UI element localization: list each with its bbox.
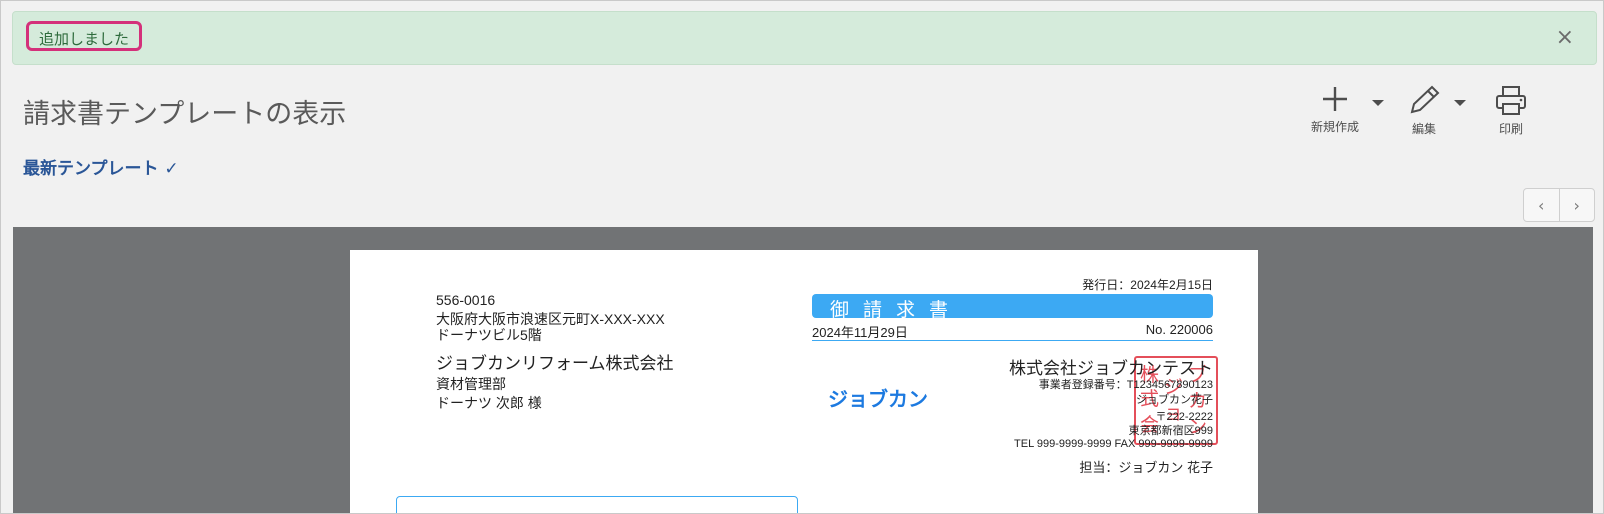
print-button[interactable]: 印刷	[1494, 84, 1528, 137]
page-title: 請求書テンプレートの表示	[23, 99, 347, 130]
edit-label: 編集	[1411, 122, 1436, 136]
recipient-department: 資材管理部	[436, 376, 506, 392]
issuer-address: 東京都新宿区999	[1128, 425, 1213, 437]
recipient-company: ジョブカンリフォーム株式会社	[436, 354, 674, 373]
close-icon[interactable]: ×	[1556, 25, 1574, 51]
success-banner: 追加しました ×	[12, 11, 1597, 65]
issue-date: 発行日：2024年2月15日	[1082, 278, 1213, 292]
next-button[interactable]: ›	[1558, 189, 1595, 221]
invoice-number: No. 220006	[1145, 322, 1213, 337]
edit-dropdown-chevron-down-icon[interactable]	[1454, 100, 1466, 106]
issuer-registration: 事業者登録番号：T1234567890123	[1038, 379, 1213, 391]
pencil-icon	[1410, 85, 1440, 114]
title-divider	[812, 340, 1213, 341]
issuer-tel-fax: TEL 999-9999-9999 FAX 999-9999-9999	[1014, 438, 1213, 450]
banner-message: 追加しました	[26, 21, 143, 51]
recipient-postal: 556-0016	[436, 292, 496, 308]
recipient-person: ドーナツ 次郎 様	[436, 395, 542, 411]
app-frame: 追加しました × 請求書テンプレートの表示 最新テンプレート ✓ 新規作成 編集…	[0, 0, 1604, 514]
latest-template-link[interactable]: 最新テンプレート ✓	[23, 154, 179, 179]
invoice-title-bar: 御請求書	[812, 294, 1213, 321]
template-pager: ‹ ›	[1523, 188, 1595, 222]
edit-button[interactable]: 編集	[1406, 84, 1442, 137]
invoice-date: 2024年11月29日	[812, 325, 908, 340]
printer-icon	[1496, 86, 1526, 115]
previous-button[interactable]: ‹	[1524, 189, 1559, 221]
amount-box	[396, 496, 798, 513]
recipient-building: ドーナツビル5階	[436, 327, 542, 343]
plus-icon	[1323, 87, 1347, 111]
company-logo: ジョブカン	[828, 387, 928, 411]
new-button[interactable]: 新規作成	[1311, 84, 1359, 135]
new-label: 新規作成	[1311, 120, 1360, 134]
issuer-contact: 担当：ジョブカン 花子	[1079, 460, 1213, 475]
print-label: 印刷	[1498, 122, 1523, 136]
invoice-preview: 556-0016 大阪府大阪市浪速区元町X-XXX-XXX ドーナツビル5階 ジ…	[350, 250, 1258, 513]
new-dropdown-chevron-down-icon[interactable]	[1372, 100, 1384, 106]
invoice-title: 御請求書	[830, 299, 963, 321]
document-viewer: 556-0016 大阪府大阪市浪速区元町X-XXX-XXX ドーナツビル5階 ジ…	[13, 227, 1593, 513]
issuer-person: ジョブカン花子	[1136, 394, 1213, 406]
